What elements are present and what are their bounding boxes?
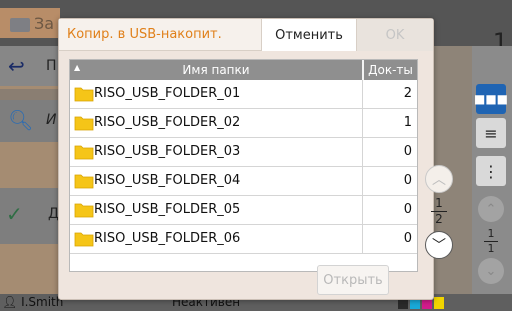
list-view-icon: ≡ (476, 118, 506, 148)
table-header: ▲ Имя папки Док-ты (70, 60, 417, 80)
ok-button[interactable]: OK (357, 19, 433, 51)
folder-icon (74, 174, 94, 189)
table-row[interactable]: RISO_USB_FOLDER_05 0 (70, 196, 417, 225)
doc-count: 0 (403, 202, 412, 217)
background-folder-tab: За (0, 8, 60, 38)
doc-count: 0 (403, 173, 412, 188)
check-search-icon: ✓ (6, 202, 23, 226)
table-row[interactable]: RISO_USB_FOLDER_03 0 (70, 138, 417, 167)
page-down-button[interactable]: ﹀ (425, 231, 453, 259)
background-page-current: 1 (487, 227, 495, 240)
folder-table: ▲ Имя папки Док-ты RISO_USB_FOLDER_01 2 … (69, 59, 418, 272)
page-total: 2 (435, 212, 443, 226)
folder-icon (74, 203, 94, 218)
search-icon: 🔍︎ (8, 108, 34, 132)
column-divider (362, 138, 363, 166)
open-button[interactable]: Открыть (317, 265, 389, 295)
background-back-row: ↩ П (0, 46, 60, 86)
folder-name: RISO_USB_FOLDER_04 (94, 173, 241, 188)
column-divider (362, 167, 363, 195)
more-menu-icon: ⋮ (476, 156, 506, 186)
status-user: 👤︎ I.Smith (2, 295, 64, 309)
column-divider (362, 225, 363, 253)
page-current: 1 (435, 196, 443, 210)
doc-count: 1 (403, 115, 412, 130)
folder-icon (74, 87, 94, 102)
background-divider (0, 142, 60, 188)
folder-icon (74, 116, 94, 131)
column-header-docs[interactable]: Док-ты (364, 63, 417, 77)
chevron-down-icon: ﹀ (432, 238, 446, 254)
chevron-up-icon: ︿ (432, 172, 446, 188)
cancel-button[interactable]: Отменить (261, 19, 357, 51)
folder-name: RISO_USB_FOLDER_06 (94, 231, 241, 246)
background-search-label: И (46, 112, 57, 128)
folder-icon (10, 17, 30, 32)
page-indicator: 1 2 (431, 197, 447, 226)
doc-count: 2 (403, 86, 412, 101)
folder-name: RISO_USB_FOLDER_01 (94, 86, 241, 101)
background-divider (0, 244, 60, 294)
doc-count: 0 (403, 144, 412, 159)
table-row[interactable]: RISO_USB_FOLDER_02 1 (70, 109, 417, 138)
folder-name: RISO_USB_FOLDER_03 (94, 144, 241, 159)
folder-icon (74, 145, 94, 160)
usb-copy-dialog: Копир. в USB-накопит. Отменить OK ▲ Имя … (58, 18, 453, 300)
background-back-label: П (46, 58, 57, 74)
background-search-row: 🔍︎ И (0, 100, 60, 142)
background-scroll-down-icon: ⌄ (478, 258, 504, 284)
page-up-button[interactable]: ︿ (425, 165, 453, 193)
table-row[interactable]: RISO_USB_FOLDER_01 2 (70, 80, 417, 109)
column-divider (362, 109, 363, 137)
background-tab-title: За (34, 14, 55, 33)
dialog-title: Копир. в USB-накопит. (67, 27, 222, 42)
back-arrow-icon: ↩ (8, 54, 25, 78)
column-divider (362, 196, 363, 224)
background-page-fraction: 1 1 (484, 228, 498, 255)
dialog-header: Копир. в USB-накопит. Отменить OK (59, 19, 433, 51)
background-check-row: ✓ Д (0, 188, 60, 244)
column-header-name[interactable]: Имя папки (70, 63, 362, 77)
table-row[interactable]: RISO_USB_FOLDER_06 0 (70, 225, 417, 254)
table-row[interactable]: RISO_USB_FOLDER_04 0 (70, 167, 417, 196)
folder-name: RISO_USB_FOLDER_02 (94, 115, 241, 130)
folder-name: RISO_USB_FOLDER_05 (94, 202, 241, 217)
doc-count: 0 (403, 231, 412, 246)
column-divider (362, 80, 363, 108)
background-scroll-up-icon: ⌃ (478, 196, 504, 222)
background-page-total: 1 (487, 242, 495, 255)
thumbnail-view-icon: ■■■ (474, 84, 508, 114)
ink-y-indicator (434, 297, 444, 309)
background-divider (0, 86, 60, 89)
folder-icon (74, 232, 94, 247)
